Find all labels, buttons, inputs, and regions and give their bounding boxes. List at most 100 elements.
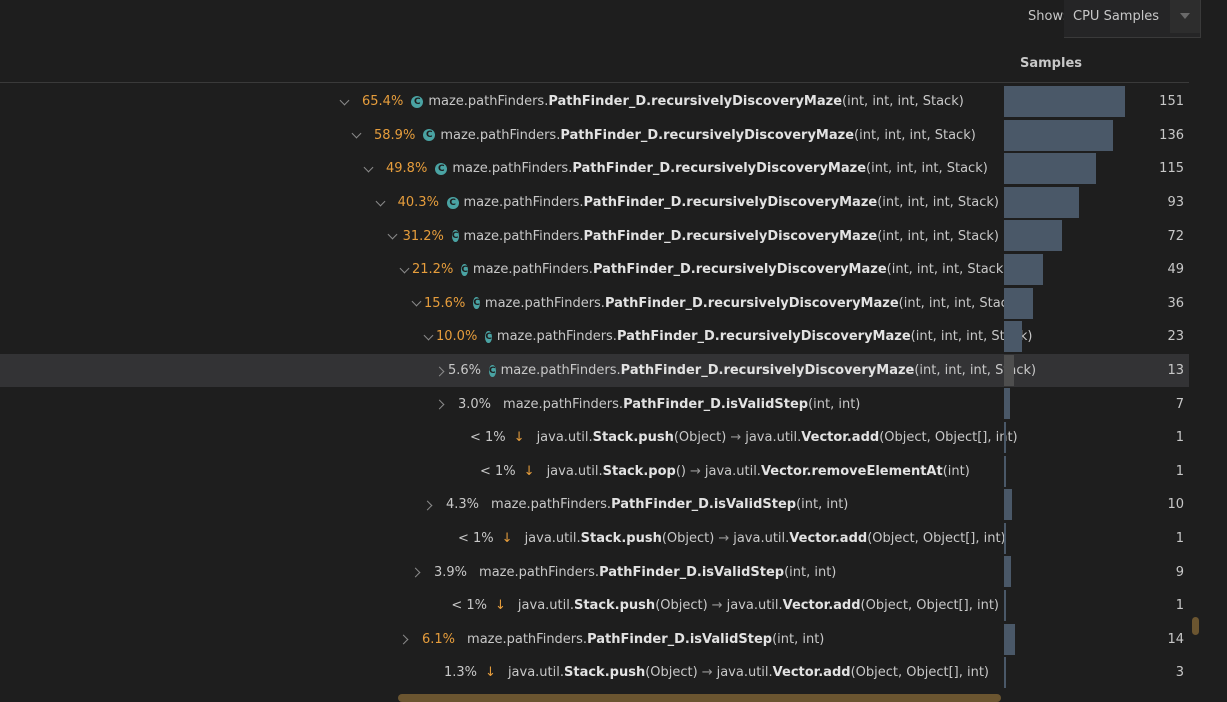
samples-bar (1004, 119, 1113, 151)
chevron-down-icon[interactable] (376, 198, 386, 208)
chevron-right-icon[interactable] (412, 567, 422, 577)
table-row[interactable]: 31.2% Cmaze.pathFinders. PathFinder_D.recu… (0, 219, 1189, 253)
percent-value: 3.9% (434, 564, 468, 580)
samples-bar (1004, 86, 1125, 117)
samples-bar-cell (1004, 421, 1146, 455)
table-row[interactable]: < 1% ↓ java.util. Stack.push (Object) → java.u… (0, 589, 1189, 623)
percent-value: 40.3% (397, 195, 439, 211)
package-name: maze.pathFinders. (496, 329, 617, 345)
table-row[interactable]: 10.0% Cmaze.pathFinders. PathFinder_D.recu… (0, 320, 1189, 354)
arrow-down-icon: ↓ (485, 665, 496, 681)
table-row[interactable]: 6.1% maze.pathFinders. PathFinder_D.isVali… (0, 623, 1189, 657)
method-name: PathFinder_D.isValidStep (587, 631, 773, 647)
call-tree-cell: < 1% ↓ java.util. Stack.push (Object) → java.u… (0, 522, 1006, 556)
table-row[interactable]: < 1% ↓ java.util. Stack.push (Object) → java.u… (0, 421, 1189, 455)
call-tree-cell: 15.6% Cmaze.pathFinders. PathFinder_D.recu… (0, 287, 1020, 321)
horizontal-scrollbar[interactable] (398, 694, 1001, 702)
samples-bar (1004, 321, 1022, 353)
chevron-down-icon[interactable] (388, 231, 391, 241)
chevron-down-icon[interactable] (1170, 0, 1200, 33)
table-row[interactable]: 21.2% Cmaze.pathFinders. PathFinder_D.recu… (0, 253, 1189, 287)
show-dropdown[interactable]: CPU Samples (1064, 0, 1201, 38)
package-name: maze.pathFinders. (452, 161, 573, 177)
method-args: (int, int, int, Stack) (877, 195, 999, 211)
class-icon: C (435, 162, 448, 175)
arrow-down-icon: ↓ (513, 430, 525, 446)
percent-value: 10.0% (436, 329, 478, 345)
call-tree-cell: 6.1% maze.pathFinders. PathFinder_D.isVali… (0, 623, 1002, 657)
chevron-down-icon[interactable] (352, 130, 362, 140)
call-tree-cell: 58.9% Cmaze.pathFinders. PathFinder_D.recu… (0, 119, 1002, 153)
package-name: maze.pathFinders. (463, 228, 584, 244)
samples-count: 10 (1167, 497, 1184, 513)
package-name: java.util. (524, 531, 581, 547)
class-icon: C (473, 297, 480, 310)
method-name: PathFinder_D.recursivelyDiscoveryMaze (572, 161, 867, 177)
arrow-down-icon: ↓ (523, 463, 535, 479)
percent-value: 6.1% (422, 631, 456, 647)
table-row[interactable]: 5.6% Cmaze.pathFinders. PathFinder_D.recur… (0, 353, 1189, 388)
method-args: (int, int) (772, 631, 825, 647)
target-method-name: Vector.removeElementAt (760, 463, 943, 479)
samples-count: 3 (1175, 665, 1184, 681)
method-name: PathFinder_D.recursivelyDiscoveryMaze (548, 94, 843, 110)
samples-count: 14 (1167, 631, 1184, 647)
target-method-args: (Object, Object[], int) (867, 531, 1006, 547)
package-name: maze.pathFinders. (428, 94, 549, 110)
target-method-args: (Object, Object[], int) (879, 430, 1018, 446)
target-method-args: (int) (942, 463, 970, 479)
samples-count: 136 (1159, 127, 1184, 143)
column-header-samples[interactable]: Samples (1020, 56, 1082, 71)
toolbar: Show: CPU Samples (0, 0, 1227, 40)
method-name: PathFinder_D.recursivelyDiscoveryMaze (592, 262, 887, 278)
vertical-scrollbar[interactable] (1192, 617, 1199, 635)
table-row[interactable]: 49.8% Cmaze.pathFinders. PathFinder_D.recu… (0, 152, 1189, 186)
table-row[interactable]: 40.3% Cmaze.pathFinders. PathFinder_D.recu… (0, 186, 1189, 220)
percent-value: < 1% (458, 531, 494, 547)
method-name: Stack.push (580, 531, 662, 547)
samples-bar (1004, 455, 1006, 487)
samples-bar (1004, 489, 1012, 521)
call-tree-cell: 3.0% maze.pathFinders. PathFinder_D.isVali… (0, 387, 1002, 421)
table-row[interactable]: 4.3% maze.pathFinders. PathFinder_D.isVali… (0, 488, 1189, 522)
percent-value: 21.2% (412, 262, 454, 278)
call-tree-cell: 31.2% Cmaze.pathFinders. PathFinder_D.recu… (0, 219, 1002, 253)
arrow-right-icon: → (689, 463, 701, 479)
target-method-name: Vector.add (801, 430, 880, 446)
percent-value: 5.6% (448, 363, 482, 379)
method-name: PathFinder_D.recursivelyDiscoveryMaze (620, 363, 915, 379)
method-name: PathFinder_D.recursivelyDiscoveryMaze (583, 195, 878, 211)
chevron-right-icon[interactable] (400, 634, 410, 644)
method-args: () (675, 463, 686, 479)
samples-bar-cell (1004, 623, 1146, 657)
table-row[interactable]: 1.3% ↓ java.util. Stack.push (Object) → java.u… (0, 656, 1189, 690)
target-package-name: java.util. (726, 598, 783, 614)
package-name: maze.pathFinders. (440, 127, 561, 143)
target-method-args: (Object, Object[], int) (850, 665, 990, 681)
samples-bar (1004, 556, 1011, 588)
arrow-right-icon: → (730, 430, 742, 446)
table-row[interactable]: < 1% ↓ java.util. Stack.push (Object) → java.u… (0, 522, 1189, 556)
call-tree-cell: < 1% ↓ java.util. Stack.push (Object) → java.u… (0, 589, 1002, 623)
call-tree-cell: 4.3% maze.pathFinders. PathFinder_D.isVali… (0, 488, 1002, 522)
table-row[interactable]: < 1% ↓ java.util. Stack.pop() → java.util. Vec… (0, 455, 1189, 489)
chevron-down-icon[interactable] (340, 97, 350, 107)
samples-bar-cell (1004, 186, 1146, 220)
table-row[interactable]: 58.9% Cmaze.pathFinders. PathFinder_D.recu… (0, 119, 1189, 153)
call-tree-cell: 1.3% ↓ java.util. Stack.push (Object) → java.u… (0, 656, 1002, 690)
call-tree-cell: < 1% ↓ java.util. Stack.push (Object) → java.u… (0, 421, 1018, 455)
table-row[interactable]: 3.9% maze.pathFinders. PathFinder_D.isVali… (0, 555, 1189, 589)
table-row[interactable]: 3.0% maze.pathFinders. PathFinder_D.isVali… (0, 387, 1189, 421)
table-row[interactable]: 15.6% Cmaze.pathFinders. PathFinder_D.recu… (0, 287, 1189, 321)
show-label: Show: (1028, 9, 1067, 24)
samples-bar (1004, 220, 1062, 252)
class-icon: C (411, 95, 424, 108)
chevron-right-icon[interactable] (436, 399, 446, 409)
percent-value: 3.0% (458, 396, 492, 412)
arrow-right-icon: → (711, 598, 723, 614)
method-args: (int, int) (808, 396, 861, 412)
samples-bar-cell (1004, 85, 1146, 119)
chevron-right-icon[interactable] (424, 500, 434, 510)
table-row[interactable]: 65.4% Cmaze.pathFinders. PathFinder_D.recu… (0, 85, 1189, 119)
chevron-down-icon[interactable] (364, 164, 374, 174)
